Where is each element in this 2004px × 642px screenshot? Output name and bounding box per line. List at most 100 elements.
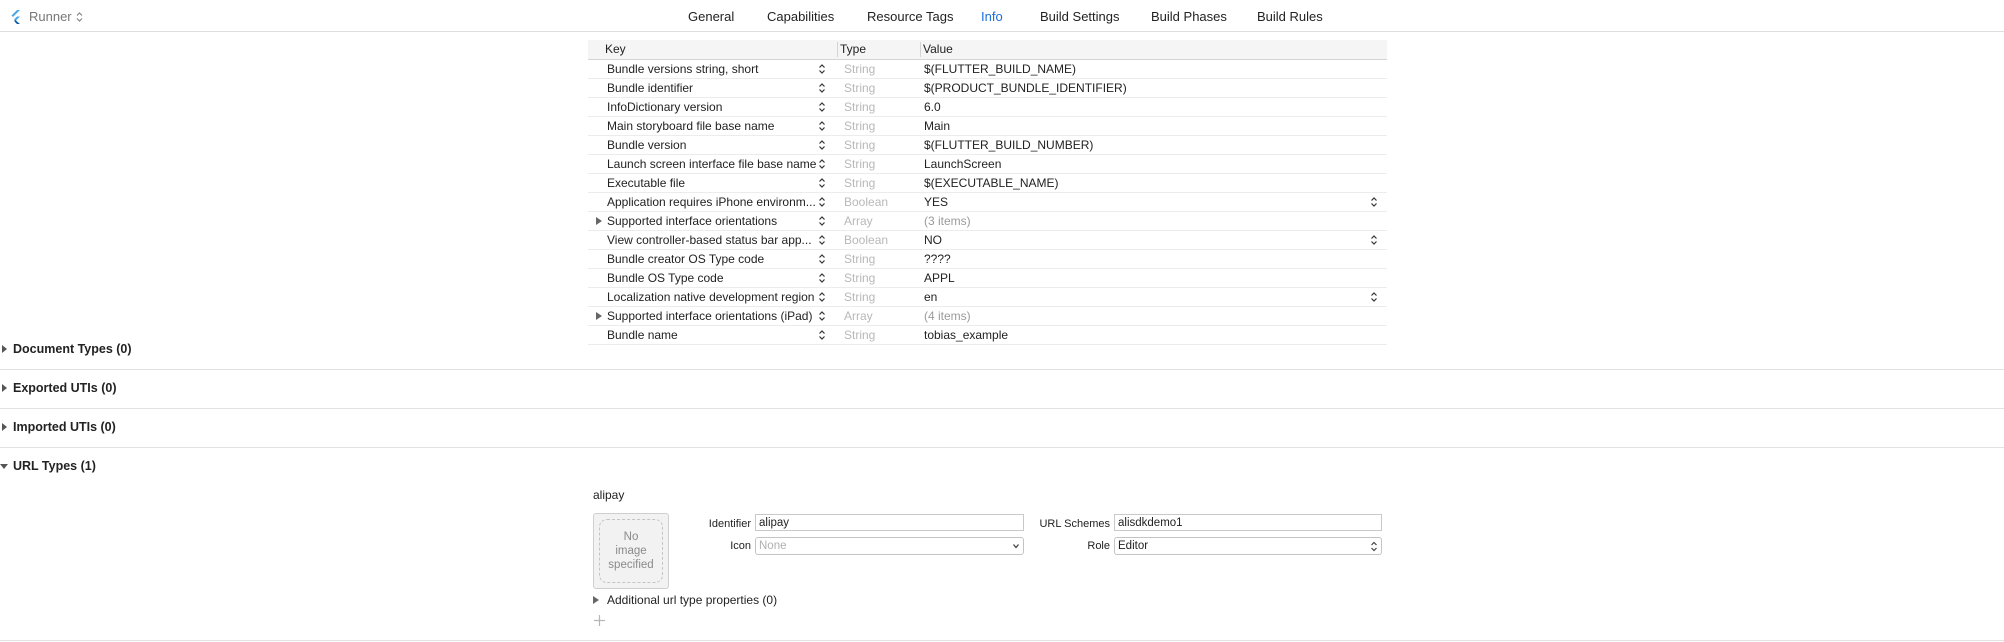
tab-info[interactable]: Info bbox=[981, 9, 1003, 24]
plist-row[interactable]: Bundle identifier String $(PRODUCT_BUNDLE_… bbox=[588, 79, 1387, 98]
section-imported-utis[interactable]: Imported UTIs (0) bbox=[0, 409, 2004, 448]
plist-row[interactable]: Application requires iPhone environm... B… bbox=[588, 193, 1387, 212]
key-stepper-icon[interactable] bbox=[818, 101, 826, 113]
key-stepper-icon[interactable] bbox=[818, 196, 826, 208]
plist-type[interactable]: Array bbox=[844, 309, 873, 323]
plist-value[interactable]: $(FLUTTER_BUILD_NAME) bbox=[924, 62, 1076, 76]
plist-row[interactable]: Launch screen interface file base name St… bbox=[588, 155, 1387, 174]
plist-key[interactable]: Bundle OS Type code bbox=[607, 271, 817, 285]
plist-type[interactable]: String bbox=[844, 157, 875, 171]
disclosure-triangle-icon[interactable] bbox=[2, 345, 7, 353]
tab-build-phases[interactable]: Build Phases bbox=[1151, 9, 1227, 24]
plist-row[interactable]: InfoDictionary version String 6.0 bbox=[588, 98, 1387, 117]
column-header-value[interactable]: Value bbox=[923, 42, 953, 56]
plist-value[interactable]: APPL bbox=[924, 271, 955, 285]
plist-key[interactable]: Bundle version bbox=[607, 138, 817, 152]
disclosure-triangle-icon[interactable] bbox=[596, 312, 602, 320]
target-selector[interactable]: Runner bbox=[9, 9, 83, 24]
key-stepper-icon[interactable] bbox=[818, 291, 826, 303]
key-stepper-icon[interactable] bbox=[818, 215, 826, 227]
plist-value[interactable]: 6.0 bbox=[924, 100, 941, 114]
plist-value[interactable]: $(EXECUTABLE_NAME) bbox=[924, 176, 1058, 190]
disclosure-triangle-icon[interactable] bbox=[596, 217, 602, 225]
section-document-types[interactable]: Document Types (0) bbox=[0, 331, 2004, 370]
plist-row[interactable]: View controller-based status bar app... B… bbox=[588, 231, 1387, 250]
section-exported-utis[interactable]: Exported UTIs (0) bbox=[0, 370, 2004, 409]
plist-type[interactable]: String bbox=[844, 271, 875, 285]
plist-row[interactable]: Bundle versions string, short String $(FLU… bbox=[588, 60, 1387, 79]
key-stepper-icon[interactable] bbox=[818, 253, 826, 265]
plist-row[interactable]: Supported interface orientations (iPad) A… bbox=[588, 307, 1387, 326]
plist-key[interactable]: Main storyboard file base name bbox=[607, 119, 817, 133]
plist-type[interactable]: Array bbox=[844, 214, 873, 228]
plist-key[interactable]: Executable file bbox=[607, 176, 817, 190]
plist-type[interactable]: String bbox=[844, 252, 875, 266]
column-header-key[interactable]: Key bbox=[605, 42, 626, 56]
plist-row[interactable]: Supported interface orientations Array (3 … bbox=[588, 212, 1387, 231]
disclosure-triangle-icon[interactable] bbox=[2, 423, 7, 431]
role-select[interactable]: Editor bbox=[1114, 537, 1382, 555]
key-stepper-icon[interactable] bbox=[818, 120, 826, 132]
plist-row[interactable]: Bundle creator OS Type code String???? bbox=[588, 250, 1387, 269]
url-schemes-field[interactable]: alisdkdemo1 bbox=[1114, 514, 1382, 531]
icon-select[interactable]: None bbox=[755, 537, 1024, 555]
column-header-type[interactable]: Type bbox=[840, 42, 866, 56]
plist-row[interactable]: Bundle OS Type code String APPL bbox=[588, 269, 1387, 288]
plist-value[interactable]: $(PRODUCT_BUNDLE_IDENTIFIER) bbox=[924, 81, 1127, 95]
key-stepper-icon[interactable] bbox=[818, 139, 826, 151]
plist-type[interactable]: Boolean bbox=[844, 195, 888, 209]
plist-value[interactable]: LaunchScreen bbox=[924, 157, 1001, 171]
plist-type[interactable]: String bbox=[844, 62, 875, 76]
plist-row[interactable]: Localization native development region St… bbox=[588, 288, 1387, 307]
plist-value[interactable]: (3 items) bbox=[924, 214, 971, 228]
plist-type[interactable]: String bbox=[844, 100, 875, 114]
image-well[interactable]: No image specified bbox=[593, 513, 669, 589]
value-stepper-icon[interactable] bbox=[1370, 196, 1378, 208]
plist-type[interactable]: String bbox=[844, 138, 875, 152]
tab-resource-tags[interactable]: Resource Tags bbox=[867, 9, 953, 24]
value-stepper-icon[interactable] bbox=[1370, 291, 1378, 303]
plist-key[interactable]: Application requires iPhone environm... bbox=[607, 195, 817, 209]
key-stepper-icon[interactable] bbox=[818, 82, 826, 94]
plist-type[interactable]: String bbox=[844, 119, 875, 133]
plist-value[interactable]: YES bbox=[924, 195, 948, 209]
key-stepper-icon[interactable] bbox=[818, 310, 826, 322]
plist-key[interactable]: View controller-based status bar app... bbox=[607, 233, 817, 247]
plist-row[interactable]: Main storyboard file base name String Main bbox=[588, 117, 1387, 136]
plist-key[interactable]: Bundle identifier bbox=[607, 81, 817, 95]
plist-key[interactable]: Supported interface orientations (iPad) bbox=[607, 309, 817, 323]
plist-type[interactable]: String bbox=[844, 81, 875, 95]
plist-value[interactable]: $(FLUTTER_BUILD_NUMBER) bbox=[924, 138, 1093, 152]
disclosure-triangle-open-icon[interactable] bbox=[0, 464, 8, 469]
plist-value[interactable]: NO bbox=[924, 233, 942, 247]
add-icon[interactable] bbox=[593, 614, 606, 627]
value-stepper-icon[interactable] bbox=[1370, 234, 1378, 246]
plist-type[interactable]: String bbox=[844, 176, 875, 190]
identifier-field[interactable]: alipay bbox=[755, 514, 1024, 531]
plist-type[interactable]: Boolean bbox=[844, 233, 888, 247]
tab-build-rules[interactable]: Build Rules bbox=[1257, 9, 1323, 24]
plist-key[interactable]: Bundle creator OS Type code bbox=[607, 252, 817, 266]
section-url-types[interactable]: URL Types (1) bbox=[0, 448, 2004, 486]
key-stepper-icon[interactable] bbox=[818, 272, 826, 284]
key-stepper-icon[interactable] bbox=[818, 177, 826, 189]
key-stepper-icon[interactable] bbox=[818, 234, 826, 246]
tab-general[interactable]: General bbox=[688, 9, 734, 24]
plist-value[interactable]: (4 items) bbox=[924, 309, 971, 323]
plist-row[interactable]: Executable file String $(EXECUTABLE_NAME) bbox=[588, 174, 1387, 193]
additional-properties-disclosure[interactable]: Additional url type properties (0) bbox=[593, 593, 777, 607]
plist-row[interactable]: Bundle version String $(FLUTTER_BUILD_NUMB… bbox=[588, 136, 1387, 155]
plist-key[interactable]: Supported interface orientations bbox=[607, 214, 817, 228]
tab-capabilities[interactable]: Capabilities bbox=[767, 9, 834, 24]
plist-value[interactable]: Main bbox=[924, 119, 950, 133]
plist-type[interactable]: String bbox=[844, 290, 875, 304]
plist-key[interactable]: Bundle versions string, short bbox=[607, 62, 817, 76]
plist-key[interactable]: InfoDictionary version bbox=[607, 100, 817, 114]
disclosure-triangle-icon[interactable] bbox=[2, 384, 7, 392]
disclosure-triangle-icon[interactable] bbox=[593, 596, 599, 604]
plist-key[interactable]: Localization native development region bbox=[607, 290, 817, 304]
key-stepper-icon[interactable] bbox=[818, 158, 826, 170]
plist-key[interactable]: Launch screen interface file base name bbox=[607, 157, 817, 171]
tab-build-settings[interactable]: Build Settings bbox=[1040, 9, 1120, 24]
plist-value[interactable]: ???? bbox=[924, 252, 951, 266]
